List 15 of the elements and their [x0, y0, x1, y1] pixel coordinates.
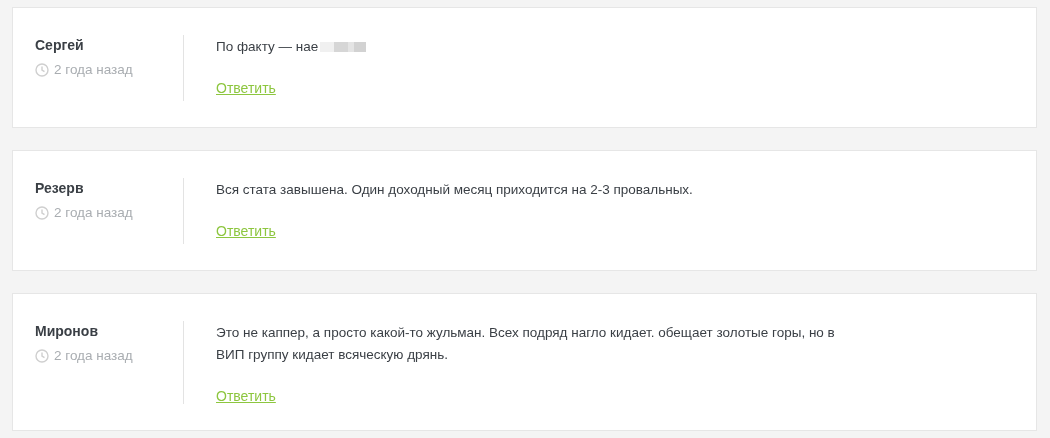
- comment-text: По факту — нае: [216, 38, 319, 56]
- clock-icon: [35, 205, 49, 220]
- reply-link[interactable]: Ответить: [216, 80, 276, 96]
- comment-time: 2 года назад: [54, 62, 133, 77]
- clock-icon: [35, 62, 49, 77]
- clock-icon: [35, 348, 49, 363]
- comment-author: Сергей: [35, 37, 85, 53]
- comment-author: Миронов: [35, 323, 99, 339]
- comment-text: Это не каппер, а просто какой-то жульман. Всех подряд нагло кидает. обещает золотые горы, но в ВИП группу кидает всяческую дрянь.: [216, 324, 836, 364]
- reply-link[interactable]: Ответить: [216, 223, 276, 239]
- comment-author: Резерв: [35, 180, 85, 196]
- reply-link[interactable]: Ответить: [216, 388, 276, 404]
- comment-time: 2 года назад: [54, 205, 133, 220]
- comment-text: Вся стата завышена. Один доходный месяц приходится на 2-3 провальных.: [216, 181, 693, 199]
- comment-time: 2 года назад: [54, 348, 133, 363]
